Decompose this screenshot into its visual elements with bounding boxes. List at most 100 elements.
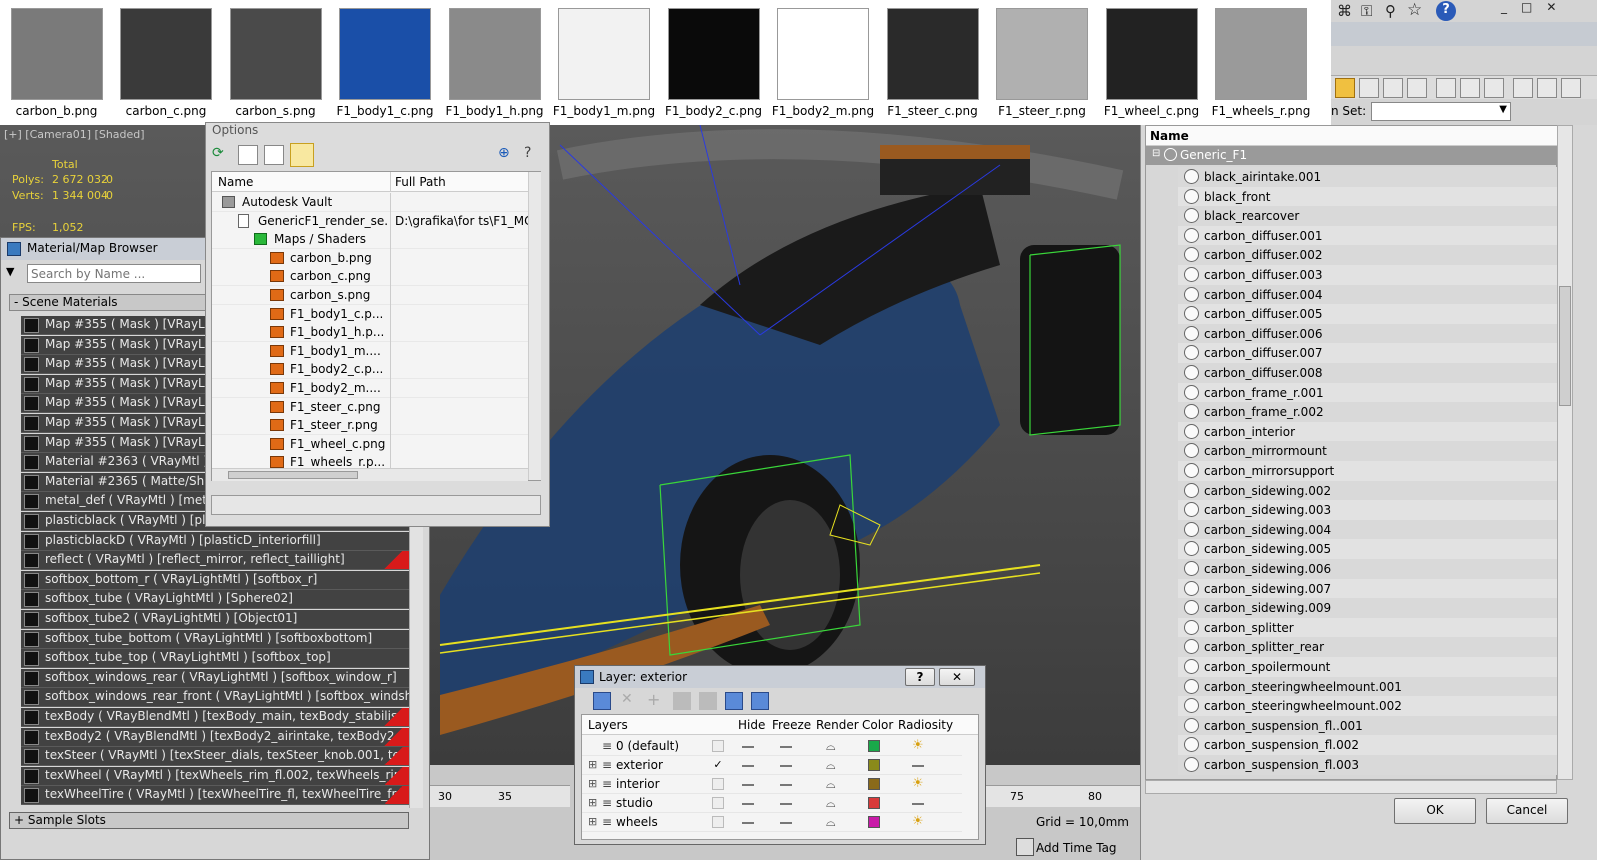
material-list-item[interactable]: reflect ( VRayMtl ) [reflect_mirror, ref… <box>21 551 411 571</box>
material-list-item[interactable]: texBody2 ( VRayBlendMtl ) [texBody2_airi… <box>21 727 411 747</box>
explorer-object-row[interactable]: carbon_diffuser.001 <box>1178 225 1564 246</box>
hide-all-icon[interactable] <box>725 692 743 710</box>
explorer-object-row[interactable]: carbon_spoilermount <box>1178 657 1564 677</box>
col-color[interactable]: Color <box>862 718 893 732</box>
explorer-object-row[interactable]: carbon_suspension_fl.002 <box>1178 735 1564 755</box>
explorer-object-row[interactable]: carbon_diffuser.004 <box>1178 284 1564 305</box>
display-icon[interactable] <box>1407 78 1427 98</box>
layers-icon[interactable] <box>1460 78 1480 98</box>
vscroll-thumb[interactable] <box>1559 286 1571 406</box>
current-layer-toggle[interactable]: ✓ <box>712 759 724 771</box>
selection-set-dropdown[interactable]: ▼ <box>1371 102 1511 121</box>
current-layer-toggle[interactable] <box>712 740 724 752</box>
texture-thumbnail[interactable]: carbon_c.png <box>111 8 222 118</box>
options-icon[interactable] <box>1561 78 1581 98</box>
expand-icon[interactable]: ⊞ <box>588 796 597 809</box>
layer-row[interactable]: ⊞ ≡ studio ⌓ <box>582 794 962 813</box>
explorer-object-row[interactable]: carbon_splitter_rear <box>1178 637 1564 657</box>
explorer-object-row[interactable]: black_airintake.001 <box>1178 167 1564 187</box>
hierarchy-icon[interactable] <box>1383 78 1403 98</box>
explorer-object-row[interactable]: carbon_diffuser.008 <box>1178 363 1564 383</box>
texture-thumbnail[interactable]: F1_body1_m.png <box>549 8 660 118</box>
layer-color-swatch[interactable] <box>868 759 880 771</box>
expand-icon[interactable]: ⊞ <box>588 777 597 790</box>
radiosity-off-toggle[interactable] <box>912 765 924 767</box>
layer-row[interactable]: ⊞ ≡ wheels ⌓ ☀ <box>582 813 962 832</box>
material-list-item[interactable]: texBody ( VRayBlendMtl ) [texBody_main, … <box>21 708 411 727</box>
explorer-object-row[interactable]: carbon_sidewing.002 <box>1178 480 1564 501</box>
texture-thumbnail[interactable]: F1_wheels_r.png <box>1206 8 1317 118</box>
explorer-object-row[interactable]: carbon_sidewing.007 <box>1178 578 1564 599</box>
texture-thumbnail[interactable]: F1_body1_c.png <box>330 8 441 118</box>
explorer-object-row[interactable]: carbon_steeringwheelmount.001 <box>1178 676 1564 697</box>
material-list-item[interactable]: texWheelTire ( VRayMtl ) [texWheelTire_f… <box>21 786 411 806</box>
freeze-toggle[interactable] <box>780 822 792 824</box>
explorer-object-row[interactable]: carbon_diffuser.002 <box>1178 245 1564 265</box>
explorer-object-row[interactable]: carbon_diffuser.005 <box>1178 304 1564 324</box>
highlight-layer-icon[interactable] <box>699 692 717 710</box>
filter-dropdown-icon[interactable]: ▼ <box>6 265 22 281</box>
layer-row[interactable]: ≡ 0 (default) ⌓ ☀ <box>582 737 962 756</box>
refresh-icon[interactable]: ⟳ <box>212 145 232 165</box>
texture-thumbnail[interactable]: F1_body2_c.png <box>658 8 769 118</box>
sample-slots-group[interactable]: + Sample Slots <box>9 812 409 829</box>
hide-toggle[interactable] <box>742 822 754 824</box>
sort-icon[interactable] <box>1537 78 1557 98</box>
texture-thumbnail[interactable]: F1_body1_h.png <box>439 8 550 118</box>
explorer-hscrollbar[interactable] <box>1145 780 1557 794</box>
asset-tree-row[interactable]: carbon_c.png <box>212 267 528 287</box>
asset-tree-row[interactable]: F1_steer_c.png <box>212 397 528 417</box>
list-icon[interactable] <box>1436 78 1456 98</box>
material-list-item[interactable]: softbox_tube_top ( VRayLightMtl ) [softb… <box>21 649 411 669</box>
time-ruler-right[interactable]: 75 80 <box>970 785 1140 807</box>
hide-toggle[interactable] <box>742 803 754 805</box>
explorer-object-row[interactable]: carbon_diffuser.007 <box>1178 343 1564 363</box>
material-search-input[interactable] <box>27 264 201 283</box>
table-view-icon[interactable] <box>290 143 314 167</box>
asset-tree-row[interactable]: F1_wheel_c.png <box>212 434 528 454</box>
layer-color-swatch[interactable] <box>868 778 880 790</box>
texture-thumbnail[interactable]: F1_body2_m.png <box>768 8 879 118</box>
col-layers[interactable]: Layers <box>588 718 628 732</box>
select-layer-icon[interactable] <box>673 692 691 710</box>
texture-thumbnail[interactable]: F1_wheel_c.png <box>1096 8 1207 118</box>
material-list-item[interactable]: softbox_windows_rear ( VRayLightMtl ) [s… <box>21 668 411 688</box>
star-icon[interactable]: ☆ <box>1407 0 1425 20</box>
material-list-item[interactable]: texSteer ( VRayMtl ) [texSteer_dials, te… <box>21 747 411 767</box>
explorer-object-row[interactable]: carbon_sidewing.009 <box>1178 598 1564 618</box>
explorer-object-row[interactable]: carbon_splitter <box>1178 617 1564 638</box>
explorer-object-row[interactable]: carbon_mirrormount <box>1178 441 1564 461</box>
freeze-toggle[interactable] <box>780 784 792 786</box>
explorer-object-row[interactable]: carbon_mirrorsupport <box>1178 461 1564 481</box>
col-freeze[interactable]: Freeze <box>772 718 811 732</box>
col-render[interactable]: Render <box>816 718 859 732</box>
layer-color-swatch[interactable] <box>868 740 880 752</box>
material-list-item[interactable]: plasticblackD ( VRayMtl ) [plasticD_inte… <box>21 531 411 551</box>
asset-tree-row[interactable]: Autodesk Vault <box>212 193 528 212</box>
material-list-item[interactable]: softbox_tube2 ( VRayLightMtl ) [Object01… <box>21 610 411 629</box>
asset-vscrollbar[interactable] <box>528 172 541 480</box>
hide-toggle[interactable] <box>742 784 754 786</box>
binoculars-icon[interactable]: ⌘ <box>1337 2 1355 20</box>
delete-layer-icon[interactable]: ✕ <box>621 691 633 707</box>
explorer-object-row[interactable]: carbon_frame_r.001 <box>1178 382 1564 403</box>
radiosity-sun-icon[interactable]: ☀ <box>912 738 924 753</box>
community-icon[interactable]: ⚲ <box>1385 2 1403 20</box>
render-teapot-icon[interactable]: ⌓ <box>826 815 836 830</box>
material-list-item[interactable]: softbox_tube_bottom ( VRayLightMtl ) [so… <box>21 629 411 649</box>
radiosity-off-toggle[interactable] <box>912 803 924 805</box>
asset-tree-row[interactable]: F1_body2_c.p... <box>212 360 528 380</box>
explorer-object-row[interactable]: carbon_steeringwheelmount.002 <box>1178 696 1564 716</box>
texture-thumbnail[interactable]: carbon_b.png <box>1 8 112 118</box>
filter-icon[interactable] <box>1359 78 1379 98</box>
asset-tree-row[interactable]: F1_steer_r.png <box>212 416 528 436</box>
explorer-col-name[interactable]: Name <box>1146 126 1558 146</box>
freeze-toggle[interactable] <box>780 803 792 805</box>
asset-hscrollbar[interactable] <box>212 468 528 481</box>
collapse-icon[interactable]: ⊟ <box>1152 148 1160 159</box>
expand-icon[interactable]: ⊞ <box>588 815 597 828</box>
render-teapot-icon[interactable]: ⌓ <box>826 758 836 773</box>
tree-view-icon[interactable] <box>264 145 284 165</box>
time-tag-icon[interactable] <box>1016 838 1034 856</box>
explorer-object-row[interactable]: carbon_interior <box>1178 421 1564 442</box>
